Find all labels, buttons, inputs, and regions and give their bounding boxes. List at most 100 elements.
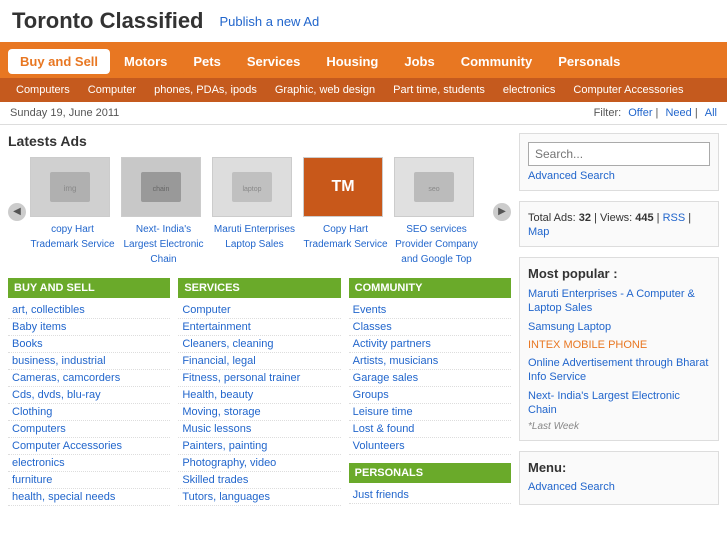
category-item[interactable]: Computer <box>178 302 340 319</box>
popular-items-container: Maruti Enterprises - A Computer & Laptop… <box>528 287 710 417</box>
category-item[interactable]: Painters, painting <box>178 438 340 455</box>
category-item[interactable]: business, industrial <box>8 353 170 370</box>
ad-item-label[interactable]: Copy Hart Trademark Service <box>303 224 387 250</box>
buy-and-sell-header: BUY AND SELL <box>8 278 170 298</box>
logo-classified: Classified <box>100 8 204 33</box>
services-items: ComputerEntertainmentCleaners, cleaningF… <box>178 302 340 506</box>
category-item[interactable]: Events <box>349 302 511 319</box>
left-content: Latests Ads ◀ img copy Hart Trademark Se… <box>8 133 511 515</box>
services-header: SERVICES <box>178 278 340 298</box>
category-item[interactable]: Volunteers <box>349 438 511 455</box>
site-logo: Toronto Classified <box>12 8 204 34</box>
nav-item-housing[interactable]: Housing <box>314 49 390 74</box>
carousel-item[interactable]: laptop Maruti Enterprises Laptop Sales <box>212 157 297 266</box>
ad-image-placeholder: chain <box>136 167 186 207</box>
popular-item[interactable]: Next- India's Largest Electronic Chain <box>528 389 710 418</box>
category-item[interactable]: Health, beauty <box>178 387 340 404</box>
carousel-item[interactable]: TM Copy Hart Trademark Service <box>303 157 388 266</box>
stats-box: Total Ads: 32 | Views: 445 | RSS | Map <box>519 201 719 247</box>
svg-text:seo: seo <box>428 186 439 193</box>
publish-new-ad-button[interactable]: Publish a new Ad <box>220 14 320 29</box>
stats-text: Total Ads: 32 | Views: 445 | RSS | Map <box>528 212 691 238</box>
carousel-next-button[interactable]: ▶ <box>493 203 511 221</box>
svg-text:laptop: laptop <box>242 186 261 193</box>
category-item[interactable]: art, collectibles <box>8 302 170 319</box>
category-item[interactable]: Cleaners, cleaning <box>178 336 340 353</box>
nav-item-personals[interactable]: Personals <box>546 49 632 74</box>
search-box: Advanced Search <box>519 133 719 191</box>
subnav-item[interactable]: Computer <box>80 81 144 99</box>
category-item[interactable]: electronics <box>8 455 170 472</box>
category-item[interactable]: Photography, video <box>178 455 340 472</box>
popular-item[interactable]: INTEX MOBILE PHONE <box>528 338 710 352</box>
most-popular-title: Most popular : <box>528 266 710 281</box>
popular-item[interactable]: Maruti Enterprises - A Computer & Laptop… <box>528 287 710 316</box>
category-item[interactable]: Music lessons <box>178 421 340 438</box>
category-item[interactable]: Activity partners <box>349 336 511 353</box>
advanced-search-link[interactable]: Advanced Search <box>528 170 710 182</box>
carousel-items-container: img copy Hart Trademark Service chain Ne… <box>30 157 489 266</box>
nav-item-buy-and-sell[interactable]: Buy and Sell <box>8 49 110 74</box>
category-item[interactable]: Groups <box>349 387 511 404</box>
ad-image-placeholder: img <box>45 167 95 207</box>
category-item[interactable]: Artists, musicians <box>349 353 511 370</box>
category-item[interactable]: Moving, storage <box>178 404 340 421</box>
map-link[interactable]: Map <box>528 226 549 238</box>
ad-item-label[interactable]: copy Hart Trademark Service <box>30 224 114 250</box>
menu-item[interactable]: Advanced Search <box>528 481 710 493</box>
popular-item[interactable]: Samsung Laptop <box>528 320 710 334</box>
buy-and-sell-items: art, collectiblesBaby itemsBooksbusiness… <box>8 302 170 506</box>
category-item[interactable]: Classes <box>349 319 511 336</box>
nav-item-community[interactable]: Community <box>449 49 545 74</box>
category-item[interactable]: Computer Accessories <box>8 438 170 455</box>
nav-item-services[interactable]: Services <box>235 49 313 74</box>
subnav-item[interactable]: phones, PDAs, ipods <box>146 81 265 99</box>
nav-item-pets[interactable]: Pets <box>181 49 232 74</box>
carousel-item[interactable]: seo SEO services Provider Company and Go… <box>394 157 479 266</box>
subnav-item[interactable]: Part time, students <box>385 81 493 99</box>
rss-link[interactable]: RSS <box>663 212 686 224</box>
views-label: Views: <box>600 212 632 224</box>
category-item[interactable]: Lost & found <box>349 421 511 438</box>
category-item[interactable]: Baby items <box>8 319 170 336</box>
category-item[interactable]: Fitness, personal trainer <box>178 370 340 387</box>
category-item[interactable]: Cameras, camcorders <box>8 370 170 387</box>
ad-item-label[interactable]: SEO services Provider Company and Google… <box>395 224 478 265</box>
ad-image-placeholder: laptop <box>227 167 277 207</box>
nav-item-motors[interactable]: Motors <box>112 49 179 74</box>
ad-item-label[interactable]: Next- India's Largest Electronic Chain <box>123 224 203 265</box>
filter-need-link[interactable]: Need <box>665 107 691 119</box>
subnav-item[interactable]: Computer Accessories <box>565 81 691 99</box>
filter-all-link[interactable]: All <box>705 107 717 119</box>
popular-item[interactable]: Online Advertisement through Bharat Info… <box>528 356 710 385</box>
carousel-item[interactable]: img copy Hart Trademark Service <box>30 157 115 266</box>
category-item[interactable]: Computers <box>8 421 170 438</box>
community-column: COMMUNITY EventsClassesActivity partners… <box>349 278 511 506</box>
filter-label: Filter: <box>594 107 622 119</box>
category-item[interactable]: Skilled trades <box>178 472 340 489</box>
ad-thumbnail: img <box>30 157 110 217</box>
category-item[interactable]: Garage sales <box>349 370 511 387</box>
category-item[interactable]: Financial, legal <box>178 353 340 370</box>
subnav-item[interactable]: Computers <box>8 81 78 99</box>
category-item[interactable]: Clothing <box>8 404 170 421</box>
category-item[interactable]: Leisure time <box>349 404 511 421</box>
category-item[interactable]: Tutors, languages <box>178 489 340 506</box>
ad-item-label[interactable]: Maruti Enterprises Laptop Sales <box>214 224 295 250</box>
search-input[interactable] <box>528 142 710 166</box>
header: Toronto Classified Publish a new Ad <box>0 0 727 45</box>
nav-item-jobs[interactable]: Jobs <box>392 49 446 74</box>
category-item[interactable]: furniture <box>8 472 170 489</box>
category-item[interactable]: Cds, dvds, blu-ray <box>8 387 170 404</box>
views-count: 445 <box>635 212 653 224</box>
category-item[interactable]: Just friends <box>349 487 511 504</box>
category-item[interactable]: Entertainment <box>178 319 340 336</box>
filter-offer-link[interactable]: Offer <box>628 107 652 119</box>
category-item[interactable]: Books <box>8 336 170 353</box>
category-item[interactable]: health, special needs <box>8 489 170 506</box>
logo-toronto: Toronto <box>12 8 100 33</box>
subnav-item[interactable]: electronics <box>495 81 564 99</box>
carousel-prev-button[interactable]: ◀ <box>8 203 26 221</box>
carousel-item[interactable]: chain Next- India's Largest Electronic C… <box>121 157 206 266</box>
subnav-item[interactable]: Graphic, web design <box>267 81 383 99</box>
